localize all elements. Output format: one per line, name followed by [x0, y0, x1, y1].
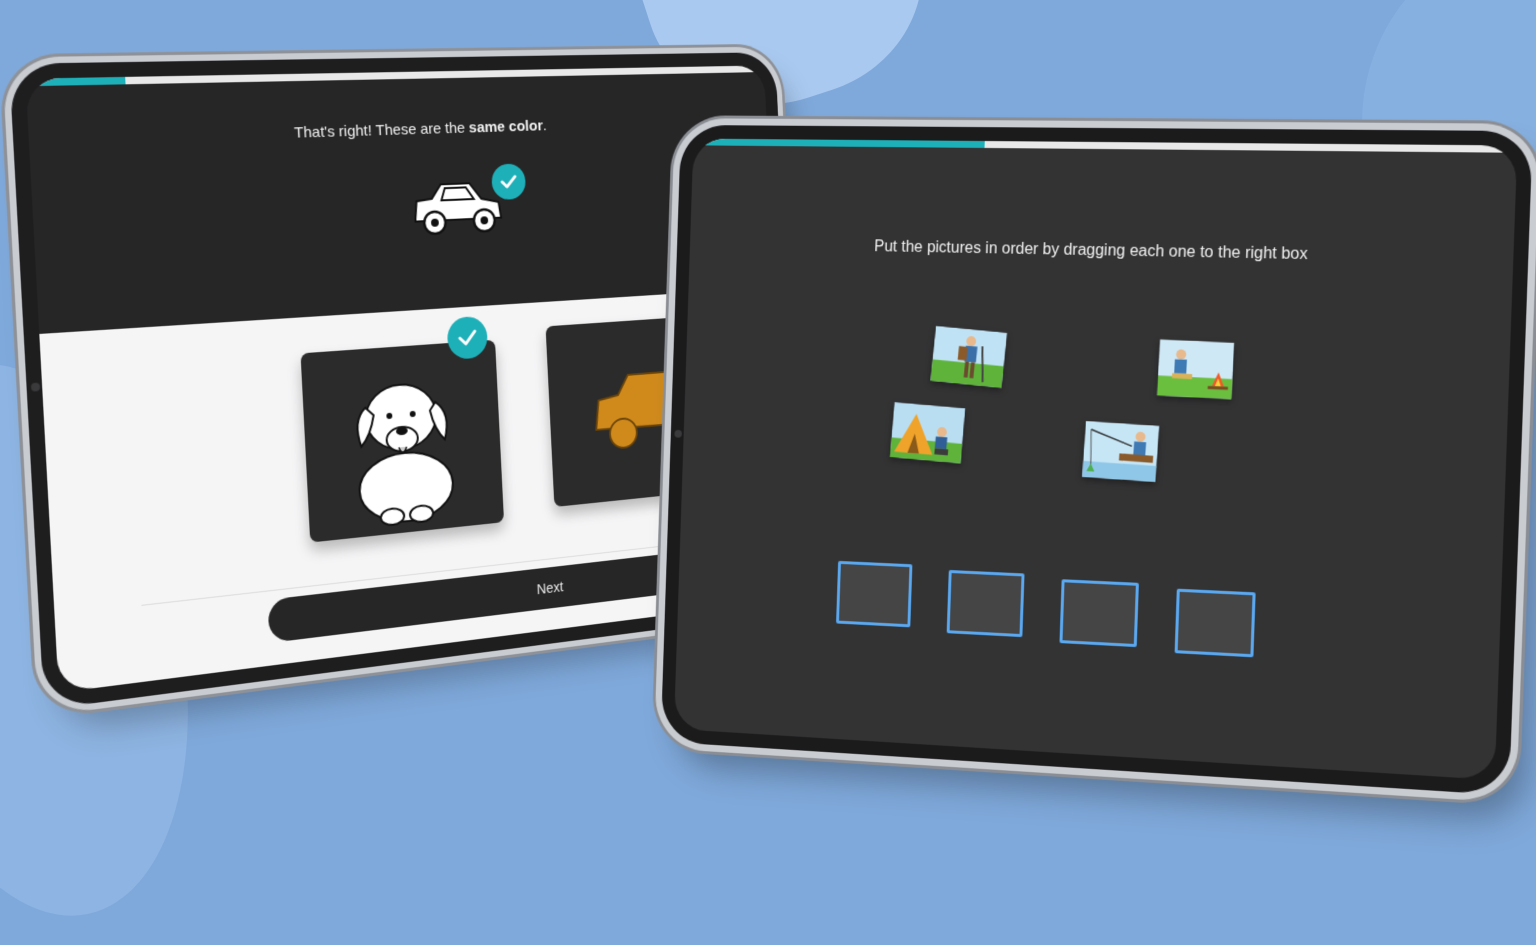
right-tablet-screen: Put the pictures in order by dragging ea…: [673, 138, 1518, 781]
feedback-message-bold: same color: [468, 117, 544, 137]
picture-card-hiker[interactable]: [930, 325, 1008, 389]
feedback-message-end: .: [542, 117, 548, 135]
next-button-label: Next: [536, 578, 564, 598]
drop-box-1[interactable]: [836, 560, 913, 628]
picture-card-fishing[interactable]: [1082, 420, 1160, 483]
campfire-picture-icon: [1156, 339, 1235, 400]
right-tablet: Put the pictures in order by dragging ea…: [660, 124, 1533, 796]
instruction-text: Put the pictures in order by dragging ea…: [873, 238, 1309, 264]
drop-box-4[interactable]: [1174, 588, 1256, 658]
tent-picture-icon: [889, 402, 966, 464]
drop-box-2[interactable]: [946, 569, 1025, 638]
progress-bar-fill: [693, 138, 985, 148]
choice-card-dog[interactable]: [300, 339, 505, 543]
progress-bar: [693, 138, 1518, 153]
feedback-message-text: That's right! These are the: [293, 119, 470, 142]
hiker-picture-icon: [930, 325, 1008, 389]
feedback-message: That's right! These are the same color.: [28, 111, 767, 150]
picture-card-campfire[interactable]: [1156, 339, 1235, 400]
camera-icon: [30, 382, 41, 392]
camera-icon: [674, 429, 682, 438]
fishing-picture-icon: [1082, 420, 1160, 483]
dog-outline-icon: [300, 340, 504, 543]
drop-box-3[interactable]: [1059, 579, 1139, 648]
check-icon: [490, 163, 527, 201]
picture-card-tent[interactable]: [889, 402, 966, 464]
